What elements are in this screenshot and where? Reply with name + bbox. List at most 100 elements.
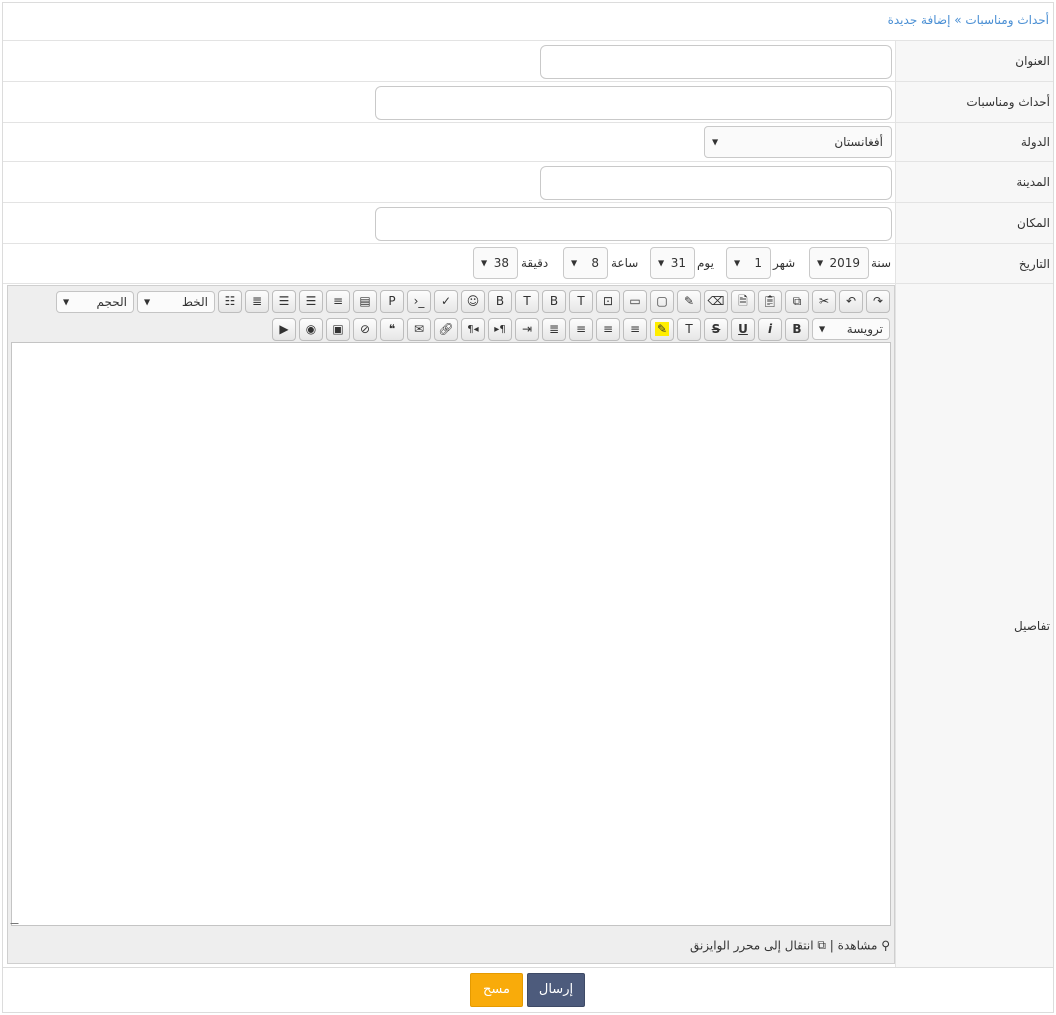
image-editor-icon[interactable]: ✎	[677, 290, 701, 313]
ordered-list-icon[interactable]: ≡	[326, 290, 350, 313]
rtl-icon[interactable]: ¶◂	[461, 318, 485, 341]
paste-icon[interactable]: 📋︎	[758, 290, 782, 313]
year-select[interactable]: 2019 ▼	[809, 247, 869, 279]
hour-value: 8	[591, 256, 599, 270]
month-select[interactable]: 1 ▼	[726, 247, 771, 279]
form-frame: أحداث ومناسبات » إضافة جديدة العنوان أحد…	[2, 2, 1054, 1013]
size-select[interactable]: الحجم ▼	[56, 291, 134, 313]
font-select[interactable]: الخط ▼	[137, 291, 215, 313]
spellcheck-icon[interactable]: ✓	[434, 290, 458, 313]
country-select[interactable]: أفغانستان ▼	[704, 126, 892, 158]
image-upload-icon[interactable]: ▣	[326, 318, 350, 341]
unordered-list-icon[interactable]: ☰	[299, 290, 323, 313]
city-input[interactable]	[540, 166, 892, 200]
underline-icon[interactable]: U	[731, 318, 755, 341]
italic-icon[interactable]: i	[758, 318, 782, 341]
chevron-down-icon: ▼	[571, 258, 578, 268]
media-icon[interactable]: ◉	[299, 318, 323, 341]
hour-label: ساعة	[611, 256, 639, 270]
clear-button[interactable]: مسح	[470, 973, 523, 1007]
row-country: الدولة أفغانستان ▼	[3, 122, 1053, 161]
align-right-icon[interactable]: ≡	[623, 318, 647, 341]
editor-textarea[interactable]	[10, 342, 891, 926]
text-color-icon[interactable]: T	[677, 318, 701, 341]
link-icon[interactable]: 🔗︎	[434, 318, 458, 341]
quote-icon[interactable]: ❝	[380, 318, 404, 341]
day-value: 31	[670, 256, 686, 270]
insert-image-icon[interactable]: ⊡	[596, 290, 620, 313]
text-down-icon[interactable]: T	[515, 290, 539, 313]
row-date: التاريخ سنة 2019 ▼ شهر 1 ▼ يوم 31 ▼ ساعة…	[3, 243, 1053, 283]
checklist-icon[interactable]: ☷	[218, 290, 242, 313]
chevron-down-icon: ▼	[658, 258, 665, 268]
minute-value: 38	[493, 256, 509, 270]
redo-icon[interactable]: ↷	[866, 290, 890, 313]
details-label: تفاصيل	[1014, 618, 1050, 633]
list-icon[interactable]: ☰	[272, 290, 296, 313]
status-separator: |	[829, 938, 834, 953]
paste-text-icon[interactable]: 🗎︎	[731, 290, 755, 313]
minute-label: دقيقة	[521, 256, 549, 270]
html-icon[interactable]: ▤	[353, 290, 377, 313]
switch-editor-link[interactable]: انتقال إلى محرر الوايزنق	[690, 939, 814, 953]
country-value: أفغانستان	[834, 135, 883, 149]
title-input[interactable]	[540, 45, 892, 79]
highlight-icon[interactable]: ✎	[650, 318, 674, 341]
chevron-down-icon: ▼	[144, 297, 151, 307]
align-justify-icon[interactable]: ≣	[542, 318, 566, 341]
chevron-down-icon: ▼	[817, 258, 824, 268]
editor-status-bar: ⚲ مشاهدة | ⧉ انتقال إلى محرر الوايزنق	[690, 938, 890, 953]
chevron-down-icon: ▼	[734, 258, 741, 268]
strikethrough-icon[interactable]: S	[704, 318, 728, 341]
ltr-icon[interactable]: ▸¶	[488, 318, 512, 341]
unlink-icon[interactable]: ⊘	[353, 318, 377, 341]
bold-icon[interactable]: B	[785, 318, 809, 341]
windows-icon: ⧉	[817, 938, 826, 952]
row-place: المكان	[3, 202, 1053, 243]
eraser-icon[interactable]: ⌫	[704, 290, 728, 313]
minute-select[interactable]: 38 ▼	[473, 247, 518, 279]
month-value: 1	[754, 256, 762, 270]
label-cell: العنوان	[895, 41, 1053, 81]
year-value: 2019	[829, 256, 860, 270]
code-icon[interactable]: ›_	[407, 290, 431, 313]
hour-select[interactable]: 8 ▼	[563, 247, 608, 279]
heading-select-value: ترويسة	[846, 322, 883, 336]
align-left-icon[interactable]: ≡	[569, 318, 593, 341]
indent-icon[interactable]: ⇥	[515, 318, 539, 341]
title-label: العنوان	[1015, 54, 1050, 68]
image-icon[interactable]: ▭	[623, 290, 647, 313]
fullscreen-icon[interactable]: ▢	[650, 290, 674, 313]
smiley-icon[interactable]: ☺	[461, 290, 485, 313]
place-input[interactable]	[375, 207, 892, 241]
label-cell: تفاصيل	[895, 284, 1053, 967]
submit-button[interactable]: إرسال	[527, 973, 585, 1007]
insert-bbcode-icon[interactable]: B	[542, 290, 566, 313]
copy-icon[interactable]: ⧉	[785, 290, 809, 313]
numbered-list-icon[interactable]: ≣	[245, 290, 269, 313]
resize-grip-icon[interactable]	[10, 916, 26, 924]
day-select[interactable]: 31 ▼	[650, 247, 695, 279]
label-cell: المكان	[895, 203, 1053, 243]
insert-text-icon[interactable]: T	[569, 290, 593, 313]
cut-icon[interactable]: ✂	[812, 290, 836, 313]
city-label: المدينة	[1016, 175, 1050, 189]
row-events: أحداث ومناسبات	[3, 81, 1053, 122]
bbcode-down-icon[interactable]: B	[488, 290, 512, 313]
video-icon[interactable]: ▶	[272, 318, 296, 341]
preview-link[interactable]: مشاهدة	[838, 939, 878, 953]
breadcrumb[interactable]: أحداث ومناسبات » إضافة جديدة	[888, 13, 1049, 27]
events-input[interactable]	[375, 86, 892, 120]
search-icon: ⚲	[881, 938, 890, 953]
label-cell: أحداث ومناسبات	[895, 82, 1053, 122]
php-icon[interactable]: P	[380, 290, 404, 313]
label-cell: التاريخ	[895, 244, 1053, 283]
undo-icon[interactable]: ↶	[839, 290, 863, 313]
year-label: سنة	[871, 256, 892, 270]
heading-select[interactable]: ترويسة ▼	[812, 318, 890, 340]
email-icon[interactable]: ✉	[407, 318, 431, 341]
size-select-value: الحجم	[96, 295, 127, 309]
align-center-icon[interactable]: ≡	[596, 318, 620, 341]
label-cell: الدولة	[895, 123, 1053, 161]
date-label: التاريخ	[1018, 256, 1050, 271]
